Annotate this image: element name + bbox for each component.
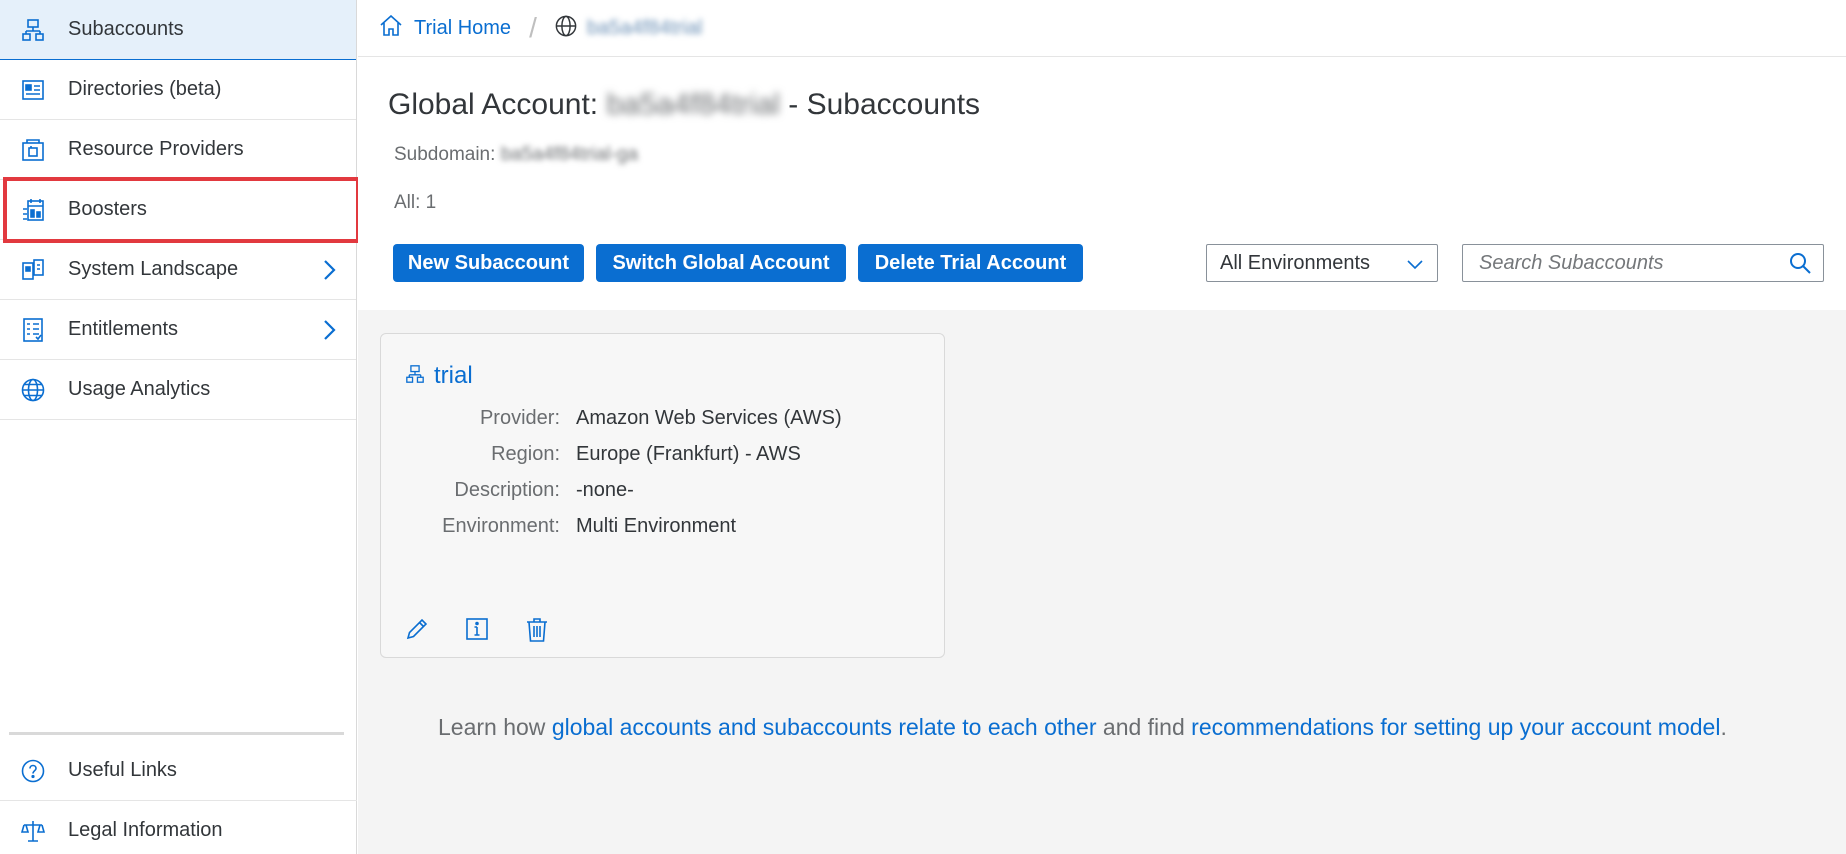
subdomain: Subdomain: ba5a4f84trial-ga bbox=[394, 144, 638, 166]
subaccount-name[interactable]: trial bbox=[434, 362, 473, 390]
search-input[interactable]: Search Subaccounts bbox=[1462, 244, 1824, 282]
breadcrumb-home[interactable]: Trial Home bbox=[380, 14, 512, 42]
page-title-suffix: - Subaccounts bbox=[779, 88, 981, 121]
sidebar-item-usage-analytics[interactable]: Usage Analytics bbox=[0, 360, 356, 420]
edit-icon[interactable] bbox=[405, 617, 431, 643]
breadcrumb-separator: / bbox=[529, 12, 537, 43]
field-description: Description: -none- bbox=[381, 479, 946, 505]
entitlements-icon bbox=[20, 317, 46, 343]
field-value: -none- bbox=[576, 479, 634, 501]
breadcrumb: Trial Home / ba5a4f84trial bbox=[358, 0, 1846, 57]
sidebar-bottom-nav: Useful Links Legal Information bbox=[0, 741, 357, 854]
field-provider: Provider: Amazon Web Services (AWS) bbox=[381, 407, 946, 433]
field-region: Region: Europe (Frankfurt) - AWS bbox=[381, 443, 946, 469]
new-subaccount-button[interactable]: New Subaccount bbox=[393, 244, 584, 282]
info-icon[interactable] bbox=[465, 617, 491, 643]
field-value: Europe (Frankfurt) - AWS bbox=[576, 443, 801, 465]
booster-icon bbox=[20, 197, 46, 223]
breadcrumb-global-account[interactable]: ba5a4f84trial bbox=[555, 15, 703, 42]
system-landscape-icon bbox=[20, 257, 46, 283]
subaccount-icon bbox=[20, 17, 46, 43]
field-value: Amazon Web Services (AWS) bbox=[576, 407, 842, 429]
sidebar-item-label: Legal Information bbox=[68, 819, 223, 841]
environment-select-value: All Environments bbox=[1220, 251, 1371, 274]
search-placeholder: Search Subaccounts bbox=[1479, 251, 1664, 274]
field-value: Multi Environment bbox=[576, 515, 737, 537]
subaccount-card-title[interactable]: trial bbox=[406, 362, 473, 390]
subaccounts-area: trial Provider: Amazon Web Services (AWS… bbox=[358, 310, 1846, 854]
learn-middle: and find bbox=[1096, 714, 1192, 740]
sidebar-item-directories[interactable]: Directories (beta) bbox=[0, 60, 356, 120]
environment-select[interactable]: All Environments bbox=[1206, 244, 1438, 282]
delete-trial-account-button[interactable]: Delete Trial Account bbox=[858, 244, 1083, 282]
chevron-right-icon bbox=[318, 318, 340, 342]
sidebar-item-label: Resource Providers bbox=[68, 138, 244, 160]
sidebar-item-resource-providers[interactable]: Resource Providers bbox=[0, 120, 356, 180]
sidebar-item-label: System Landscape bbox=[68, 258, 239, 280]
page-title-prefix: Global Account: bbox=[388, 88, 607, 121]
field-environment: Environment: Multi Environment bbox=[381, 515, 946, 541]
globe-icon bbox=[555, 15, 577, 42]
sidebar-divider bbox=[9, 732, 344, 735]
chevron-down-icon bbox=[1405, 254, 1425, 280]
learn-prefix: Learn how bbox=[438, 714, 552, 740]
learn-suffix: . bbox=[1720, 714, 1727, 740]
sidebar-item-label: Boosters bbox=[68, 198, 147, 220]
page-header: Global Account: ba5a4f84trial - Subaccou… bbox=[358, 58, 1846, 310]
sidebar-item-boosters[interactable]: Boosters bbox=[0, 180, 356, 240]
subaccount-icon bbox=[406, 364, 424, 389]
help-icon bbox=[20, 758, 46, 784]
field-label: Region: bbox=[491, 443, 560, 465]
subdomain-label: Subdomain: bbox=[394, 144, 501, 165]
page-title: Global Account: ba5a4f84trial - Subaccou… bbox=[388, 88, 980, 122]
sidebar-item-entitlements[interactable]: Entitlements bbox=[0, 300, 356, 360]
home-icon bbox=[380, 14, 402, 42]
sidebar-item-legal-information[interactable]: Legal Information bbox=[0, 801, 357, 854]
breadcrumb-home-label: Trial Home bbox=[414, 16, 512, 39]
sidebar: Subaccounts Directories (beta) Resource … bbox=[0, 0, 357, 854]
learn-more-text: Learn how global accounts and subaccount… bbox=[438, 714, 1727, 741]
field-label: Provider: bbox=[479, 407, 560, 429]
field-label: Environment: bbox=[442, 515, 560, 537]
delete-icon[interactable] bbox=[525, 617, 551, 643]
subaccount-count: All: 1 bbox=[394, 192, 437, 213]
directory-icon bbox=[20, 77, 46, 103]
account-relation-link[interactable]: global accounts and subaccounts relate t… bbox=[552, 714, 1097, 740]
page-title-account: ba5a4f84trial bbox=[606, 88, 780, 121]
switch-global-account-button[interactable]: Switch Global Account bbox=[596, 244, 846, 282]
sidebar-item-label: Directories (beta) bbox=[68, 78, 222, 100]
card-actions bbox=[405, 617, 585, 643]
account-model-link[interactable]: recommendations for setting up your acco… bbox=[1191, 714, 1720, 740]
sidebar-item-useful-links[interactable]: Useful Links bbox=[0, 741, 357, 801]
sidebar-item-subaccounts[interactable]: Subaccounts bbox=[0, 0, 356, 60]
breadcrumb-account-label: ba5a4f84trial bbox=[586, 16, 703, 39]
sidebar-item-label: Useful Links bbox=[68, 759, 177, 781]
sidebar-item-label: Entitlements bbox=[68, 318, 179, 340]
field-label: Description: bbox=[454, 479, 560, 501]
chevron-right-icon bbox=[318, 258, 340, 282]
search-icon[interactable] bbox=[1789, 252, 1811, 280]
resource-provider-icon bbox=[20, 137, 46, 163]
sidebar-item-label: Subaccounts bbox=[68, 18, 184, 40]
subdomain-value: ba5a4f84trial-ga bbox=[500, 144, 639, 165]
globe-icon bbox=[20, 377, 46, 403]
subaccount-card[interactable]: trial Provider: Amazon Web Services (AWS… bbox=[380, 333, 945, 658]
scales-icon bbox=[20, 818, 46, 844]
sidebar-item-system-landscape[interactable]: System Landscape bbox=[0, 240, 356, 300]
sidebar-item-label: Usage Analytics bbox=[68, 378, 211, 400]
